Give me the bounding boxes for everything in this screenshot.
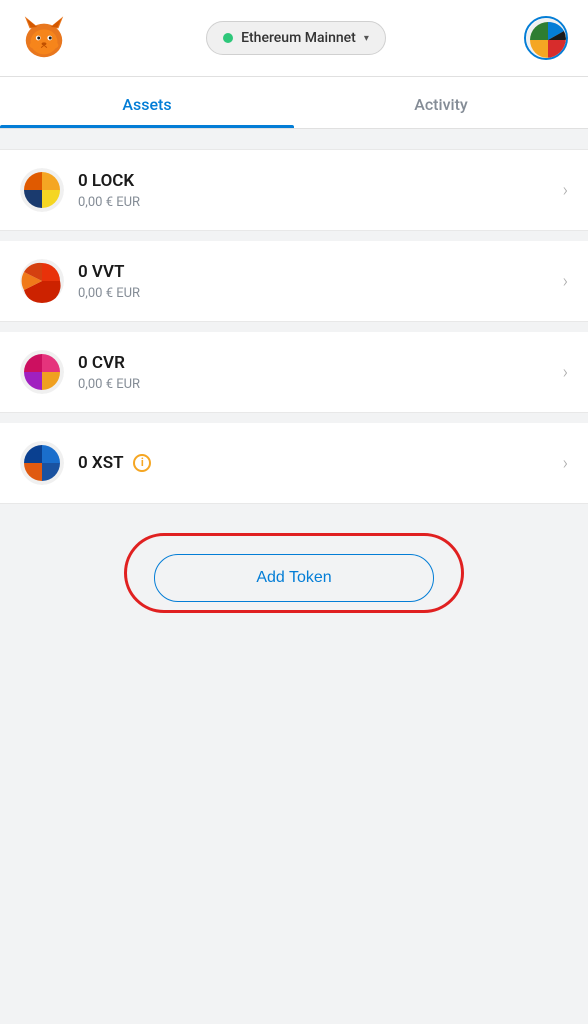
vvt-value: 0,00 € EUR <box>78 286 563 301</box>
lock-value: 0,00 € EUR <box>78 195 563 210</box>
vvt-token-icon <box>20 259 64 303</box>
tab-activity[interactable]: Activity <box>294 77 588 128</box>
assets-container: 0 LOCK 0,00 € EUR › 0 VVT 0,00 € EUR › <box>0 129 588 514</box>
xst-asset-info: 0 XST i <box>78 452 563 474</box>
cvr-value: 0,00 € EUR <box>78 377 563 392</box>
vvt-amount: 0 VVT <box>78 261 563 283</box>
vvt-asset-info: 0 VVT 0,00 € EUR <box>78 261 563 301</box>
asset-item-xst[interactable]: 0 XST i › <box>0 423 588 504</box>
xst-arrow-icon: › <box>563 453 568 474</box>
lock-amount: 0 LOCK <box>78 170 563 192</box>
tabs: Assets Activity <box>0 77 588 129</box>
add-token-container: Add Token <box>0 514 588 632</box>
tab-assets[interactable]: Assets <box>0 77 294 128</box>
asset-item-cvr[interactable]: 0 CVR 0,00 € EUR › <box>0 332 588 413</box>
cvr-asset-info: 0 CVR 0,00 € EUR <box>78 352 563 392</box>
lock-asset-info: 0 LOCK 0,00 € EUR <box>78 170 563 210</box>
cvr-arrow-icon: › <box>563 362 568 383</box>
cvr-token-icon <box>20 350 64 394</box>
chevron-down-icon: ▾ <box>364 33 369 44</box>
network-status-dot <box>223 33 233 43</box>
asset-item-vvt[interactable]: 0 VVT 0,00 € EUR › <box>0 241 588 322</box>
header: Ethereum Mainnet ▾ <box>0 0 588 77</box>
xst-token-icon <box>20 441 64 485</box>
lock-arrow-icon: › <box>563 180 568 201</box>
avatar[interactable] <box>524 16 568 60</box>
asset-item-lock[interactable]: 0 LOCK 0,00 € EUR › <box>0 149 588 231</box>
network-name: Ethereum Mainnet <box>241 30 356 46</box>
add-token-button[interactable]: Add Token <box>154 554 434 602</box>
metamask-logo <box>20 14 68 62</box>
lock-token-icon <box>20 168 64 212</box>
vvt-arrow-icon: › <box>563 271 568 292</box>
network-selector[interactable]: Ethereum Mainnet ▾ <box>206 21 386 55</box>
xst-amount: 0 XST i <box>78 452 563 474</box>
cvr-amount: 0 CVR <box>78 352 563 374</box>
xst-info-badge[interactable]: i <box>133 454 151 472</box>
